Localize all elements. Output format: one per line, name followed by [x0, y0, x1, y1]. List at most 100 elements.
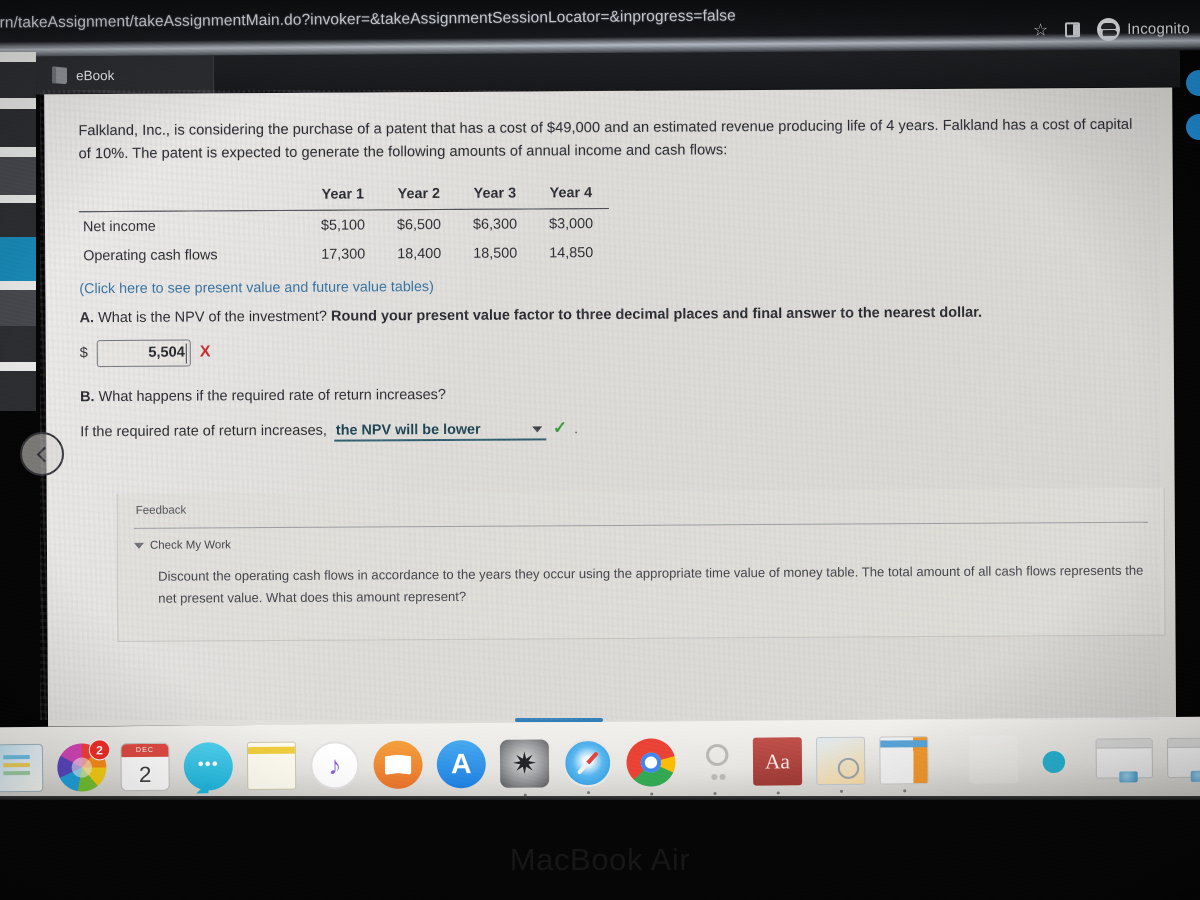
table-body: Net income $5,100 $6,500 $6,300 $3,000 O… [79, 208, 609, 270]
sidebar-strip-active[interactable] [0, 237, 36, 281]
part-b-text: What happens if the required rate of ret… [98, 386, 447, 405]
running-dot [902, 789, 906, 793]
feedback-divider [133, 521, 1148, 529]
currency-symbol: $ [79, 345, 88, 362]
present-value-tables-link[interactable]: (Click here to see present value and fut… [79, 274, 1143, 297]
cash-flow-table: Year 1 Year 2 Year 3 Year 4 Net income $… [78, 182, 610, 270]
sidebar-strip [0, 98, 36, 109]
incorrect-mark-icon: X [199, 343, 211, 361]
table-header-year-3: Year 3 [473, 185, 517, 202]
dock-item-app-store[interactable] [436, 739, 486, 789]
table-header-year-4: Year 4 [549, 184, 593, 201]
dock-item-finder[interactable] [0, 743, 44, 801]
dock-item-numbers[interactable] [879, 736, 929, 793]
sidebar-strip [0, 109, 36, 147]
table-header-blank [79, 184, 305, 211]
npv-answer-value: 5,504 [148, 344, 185, 361]
row-label-operating-cash-flows: Operating cash flows [83, 246, 218, 264]
sidebar-strip [0, 326, 36, 362]
part-b-answer-row: If the required rate of return increases… [80, 415, 1144, 443]
dock-item-photos[interactable]: 2 [57, 739, 111, 801]
check-my-work-toggle[interactable]: Check My Work [133, 539, 231, 552]
disclosure-triangle-icon [133, 542, 144, 549]
dock-minimized-window-blue[interactable] [1032, 735, 1081, 783]
photos-badge-count: 2 [88, 739, 111, 761]
npv-direction-dropdown[interactable]: the NPV will be lower [333, 420, 546, 442]
dock-item-keychain-access[interactable] [690, 738, 739, 796]
back-button[interactable] [20, 432, 64, 476]
sidebar-strip [0, 157, 36, 195]
blue-circle-icon[interactable] [1186, 114, 1200, 140]
message-bubble-tail [196, 781, 208, 793]
part-a-text: What is the NPV of the investment? [98, 308, 328, 326]
sidebar-strip [0, 195, 36, 203]
browser-window: eBook Falkland, Inc., is considering the… [27, 49, 1184, 727]
background-sidebar [0, 52, 38, 480]
tab-label: eBook [76, 67, 115, 83]
dock-item-safari[interactable] [563, 738, 613, 795]
cell-ocf-y1: 17,300 [321, 245, 366, 263]
feedback-body: Discount the operating cash flows in acc… [158, 562, 1144, 606]
table-header-year-1: Year 1 [321, 186, 365, 203]
tab-strip-empty-area [214, 49, 1180, 93]
running-dot [839, 789, 843, 793]
part-b-lead: B. [79, 388, 95, 405]
cell-net-income-y2: $6,500 [396, 216, 442, 233]
cell-net-income-y4: $3,000 [548, 215, 594, 232]
cell-ocf-y3: 18,500 [473, 245, 518, 262]
feedback-panel: Feedback Check My Work Discount the oper… [116, 487, 1166, 642]
part-a-instruction: Round your present value factor to three… [330, 304, 983, 325]
sidebar-strip [0, 62, 36, 98]
dock-item-notes[interactable] [246, 741, 297, 791]
dock-item-calendar[interactable]: DEC 2 [120, 742, 170, 792]
dock-minimized-window-2[interactable] [1166, 737, 1200, 779]
part-a-lead: A. [79, 309, 95, 326]
running-dot [586, 791, 590, 795]
assignment-content: Falkland, Inc., is considering the purch… [44, 88, 1174, 444]
chevron-down-icon [531, 425, 542, 432]
blue-circle-icon[interactable] [1186, 70, 1200, 96]
tab-ebook[interactable]: eBook [35, 55, 215, 95]
table-row: Operating cash flows 17,300 18,400 18,50… [79, 238, 609, 270]
part-a-answer-row: $ 5,504 X [79, 333, 1144, 367]
dock-item-preview[interactable] [816, 736, 866, 793]
dock-item-dictionary[interactable] [752, 737, 803, 795]
table-header-year-2: Year 2 [397, 185, 441, 202]
question-prompt: Falkland, Inc., is considering the purch… [78, 116, 1133, 162]
feedback-title: Feedback [135, 504, 187, 517]
dock-item-ibooks[interactable] [373, 740, 423, 789]
book-icon [52, 66, 67, 84]
cell-ocf-y2: 18,400 [397, 245, 442, 262]
table-row: Net income $5,100 $6,500 $6,300 $3,000 [79, 208, 609, 241]
dock-item-system-preferences[interactable] [499, 739, 550, 797]
question-part-b: B. What happens if the required rate of … [79, 382, 1144, 405]
sidebar-strip [0, 371, 36, 411]
running-dot [776, 791, 780, 795]
chevron-left-icon [36, 446, 52, 462]
table-header-row: Year 1 Year 2 Year 3 Year 4 [78, 182, 609, 212]
macbook-air-label: MacBook Air [509, 842, 691, 877]
dock-minimized-window-1[interactable] [1095, 738, 1153, 779]
sidebar-strip [0, 290, 36, 326]
address-bar-url[interactable]: lrn/takeAssignment/takeAssignmentMain.do… [0, 7, 736, 32]
check-my-work-label: Check My Work [149, 539, 231, 552]
dock-item-itunes[interactable] [310, 741, 360, 790]
screenshot-root: lrn/takeAssignment/takeAssignmentMain.do… [0, 0, 1200, 900]
dock-item-stack[interactable] [969, 735, 1019, 784]
calendar-month: DEC [121, 743, 169, 758]
row-label-net-income: Net income [82, 218, 156, 235]
dock-item-chrome[interactable] [626, 738, 676, 796]
right-edge-icons [1186, 70, 1200, 158]
npv-answer-input[interactable]: 5,504 [96, 339, 191, 367]
dock-item-messages[interactable] [183, 742, 234, 800]
part-b-sentence-prefix: If the required rate of return increases… [80, 422, 327, 440]
calendar-day: 2 [138, 761, 152, 787]
assignment-page: Falkland, Inc., is considering the purch… [44, 87, 1177, 727]
table-head: Year 1 Year 2 Year 3 Year 4 [78, 182, 609, 212]
sidebar-strip [0, 281, 36, 290]
dropdown-selected-value: the NPV will be lower [335, 421, 481, 439]
correct-mark-icon: ✓ [552, 417, 568, 437]
trailing-period: . [574, 419, 579, 436]
sidebar-strip [0, 203, 36, 237]
sidebar-strip [0, 362, 36, 371]
